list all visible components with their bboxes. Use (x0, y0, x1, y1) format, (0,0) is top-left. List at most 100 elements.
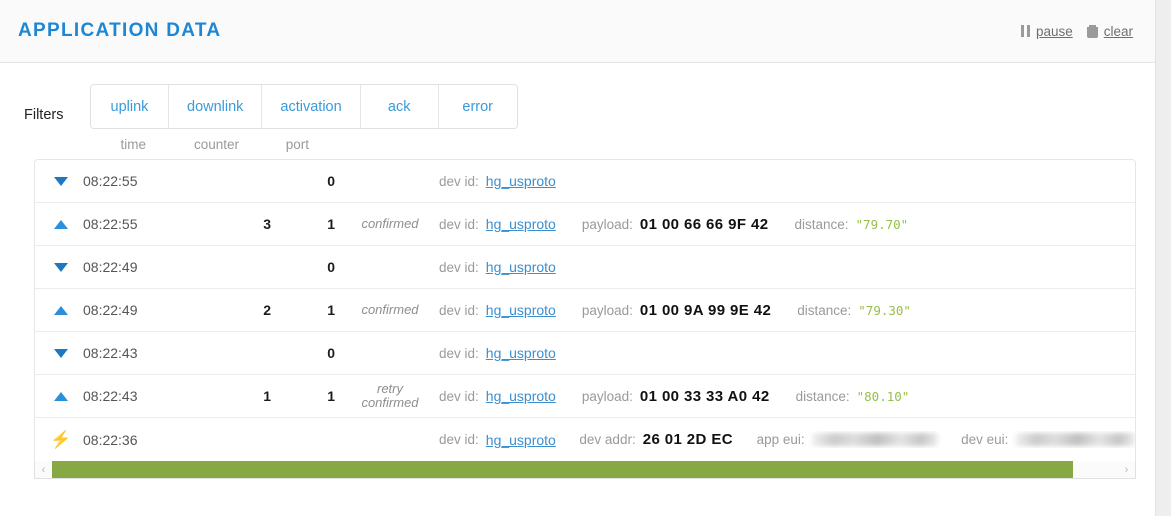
table-row[interactable]: 08:22:43 1 1 retry confirmed dev id: hg_… (35, 375, 1135, 418)
row-port: 1 (327, 388, 335, 404)
dev-id-link[interactable]: hg_usproto (486, 302, 556, 318)
table-row[interactable]: 08:22:43 0 dev id: hg_usproto (35, 332, 1135, 375)
table-row[interactable]: 08:22:49 0 dev id: hg_usproto (35, 246, 1135, 289)
row-time: 08:22:49 (83, 302, 138, 318)
payload-value: 01 00 33 33 A0 42 (639, 387, 770, 405)
dev-id-link[interactable]: hg_usproto (486, 432, 556, 448)
direction-cell (45, 348, 77, 358)
dev-id-link[interactable]: hg_usproto (486, 173, 556, 189)
dev-id-label: dev id: (439, 216, 479, 232)
filters-label: Filters (24, 107, 64, 123)
direction-cell (45, 262, 77, 272)
filter-ack-button[interactable]: ack (360, 85, 439, 128)
row-counter: 2 (263, 302, 271, 318)
triangle-down-icon (54, 348, 68, 358)
triangle-up-icon (54, 219, 68, 229)
table-row[interactable]: 08:22:49 2 1 confirmed dev id: hg_usprot… (35, 289, 1135, 332)
lightning-bolt-icon: ⚡ (50, 430, 72, 449)
dev-addr-label: dev addr: (579, 432, 636, 447)
payload-label: payload: (581, 388, 633, 404)
scrollbar-thumb[interactable] (52, 461, 1074, 478)
dev-id-label: dev id: (439, 173, 479, 189)
triangle-up-icon (54, 305, 68, 315)
dev-id-link[interactable]: hg_usproto (486, 388, 556, 404)
scroll-right-arrow-icon[interactable]: › (1118, 461, 1135, 478)
dev-id-link[interactable]: hg_usproto (486, 216, 556, 232)
row-confirmed: retry confirmed (341, 382, 439, 410)
distance-value: "79.30" (858, 302, 911, 318)
filter-uplink-button[interactable]: uplink (91, 85, 169, 128)
header-actions: pause clear (1015, 24, 1139, 39)
direction-cell (45, 219, 77, 229)
table-row[interactable]: 08:22:55 0 dev id: hg_usproto (35, 160, 1135, 203)
direction-cell (45, 305, 77, 315)
filter-downlink-button[interactable]: downlink (169, 85, 263, 128)
filters-row: Filters uplink downlink activation ack e… (0, 63, 1155, 129)
row-time: 08:22:43 (83, 388, 138, 404)
dev-addr-value: 26 01 2D EC (642, 431, 733, 448)
column-header-time: time (120, 137, 146, 152)
row-port: 1 (327, 216, 335, 232)
distance-label: distance: (794, 216, 849, 232)
row-counter: 3 (263, 216, 271, 232)
direction-cell (45, 391, 77, 401)
horizontal-scrollbar[interactable]: ‹ › (34, 461, 1136, 479)
row-details: dev id: hg_usproto payload: 01 00 66 66 … (439, 216, 1135, 233)
filter-activation-button[interactable]: activation (262, 85, 361, 128)
table-row-activation[interactable]: ⚡ 08:22:36 dev id: hg_usproto dev addr: … (35, 418, 1135, 461)
dev-eui-label: dev eui: (961, 432, 1009, 447)
row-time: 08:22:55 (83, 216, 138, 232)
row-confirmed: confirmed (361, 302, 419, 317)
scroll-left-arrow-icon[interactable]: ‹ (35, 461, 52, 478)
triangle-up-icon (54, 391, 68, 401)
dev-id-link[interactable]: hg_usproto (486, 345, 556, 361)
clear-button[interactable]: clear (1086, 23, 1133, 39)
row-details: dev id: hg_usproto dev addr: 26 01 2D EC… (439, 431, 1135, 448)
column-header-counter: counter (193, 137, 239, 152)
payload-value: 01 00 9A 99 9E 42 (639, 301, 772, 319)
pause-button[interactable]: pause (1020, 23, 1073, 39)
dev-id-label: dev id: (439, 302, 479, 318)
row-time: 08:22:36 (83, 431, 138, 448)
direction-cell: ⚡ (45, 431, 77, 448)
dev-eui-value-redacted (1015, 433, 1135, 446)
trash-icon (1086, 24, 1098, 38)
row-time: 08:22:49 (83, 259, 138, 275)
row-details: dev id: hg_usproto (439, 173, 1135, 189)
dev-id-label: dev id: (439, 388, 479, 404)
distance-value: "80.10" (856, 388, 910, 404)
row-details: dev id: hg_usproto (439, 259, 1135, 275)
app-eui-label: app eui: (756, 432, 805, 447)
row-port: 0 (327, 173, 335, 189)
row-details: dev id: hg_usproto (439, 345, 1135, 361)
row-port: 0 (327, 259, 335, 275)
row-time: 08:22:43 (83, 345, 138, 361)
row-confirmed-line2: confirmed (361, 395, 419, 410)
dev-id-link[interactable]: hg_usproto (486, 259, 556, 275)
dev-id-label: dev id: (439, 432, 479, 447)
distance-label: distance: (795, 388, 850, 404)
row-confirmed-line1: retry (377, 381, 403, 396)
data-table: time counter port 08:22:55 0 dev id: hg_… (34, 137, 1136, 461)
panel-body: Filters uplink downlink activation ack e… (0, 63, 1155, 479)
pause-icon (1020, 25, 1030, 37)
column-header-port: port (285, 137, 309, 152)
clear-button-label: clear (1103, 23, 1133, 39)
page-title: APPLICATION DATA (18, 20, 222, 41)
filter-error-button[interactable]: error (438, 85, 517, 128)
row-port: 1 (327, 302, 335, 318)
scrollbar-track[interactable] (52, 461, 1118, 478)
dev-id-label: dev id: (439, 259, 479, 275)
triangle-down-icon (54, 262, 68, 272)
triangle-down-icon (54, 176, 68, 186)
row-details: dev id: hg_usproto payload: 01 00 33 33 … (439, 388, 1135, 405)
distance-value: "79.70" (855, 216, 909, 232)
filter-button-group: uplink downlink activation ack error (90, 84, 518, 129)
app-root: APPLICATION DATA pause clear Filters upl… (0, 0, 1171, 516)
app-eui-value-redacted (811, 433, 938, 446)
payload-value: 01 00 66 66 9F 42 (639, 215, 769, 233)
panel-header: APPLICATION DATA pause clear (0, 0, 1155, 63)
pause-button-label: pause (1035, 23, 1073, 39)
table-row[interactable]: 08:22:55 3 1 confirmed dev id: hg_usprot… (35, 203, 1135, 246)
row-confirmed: confirmed (361, 216, 419, 231)
